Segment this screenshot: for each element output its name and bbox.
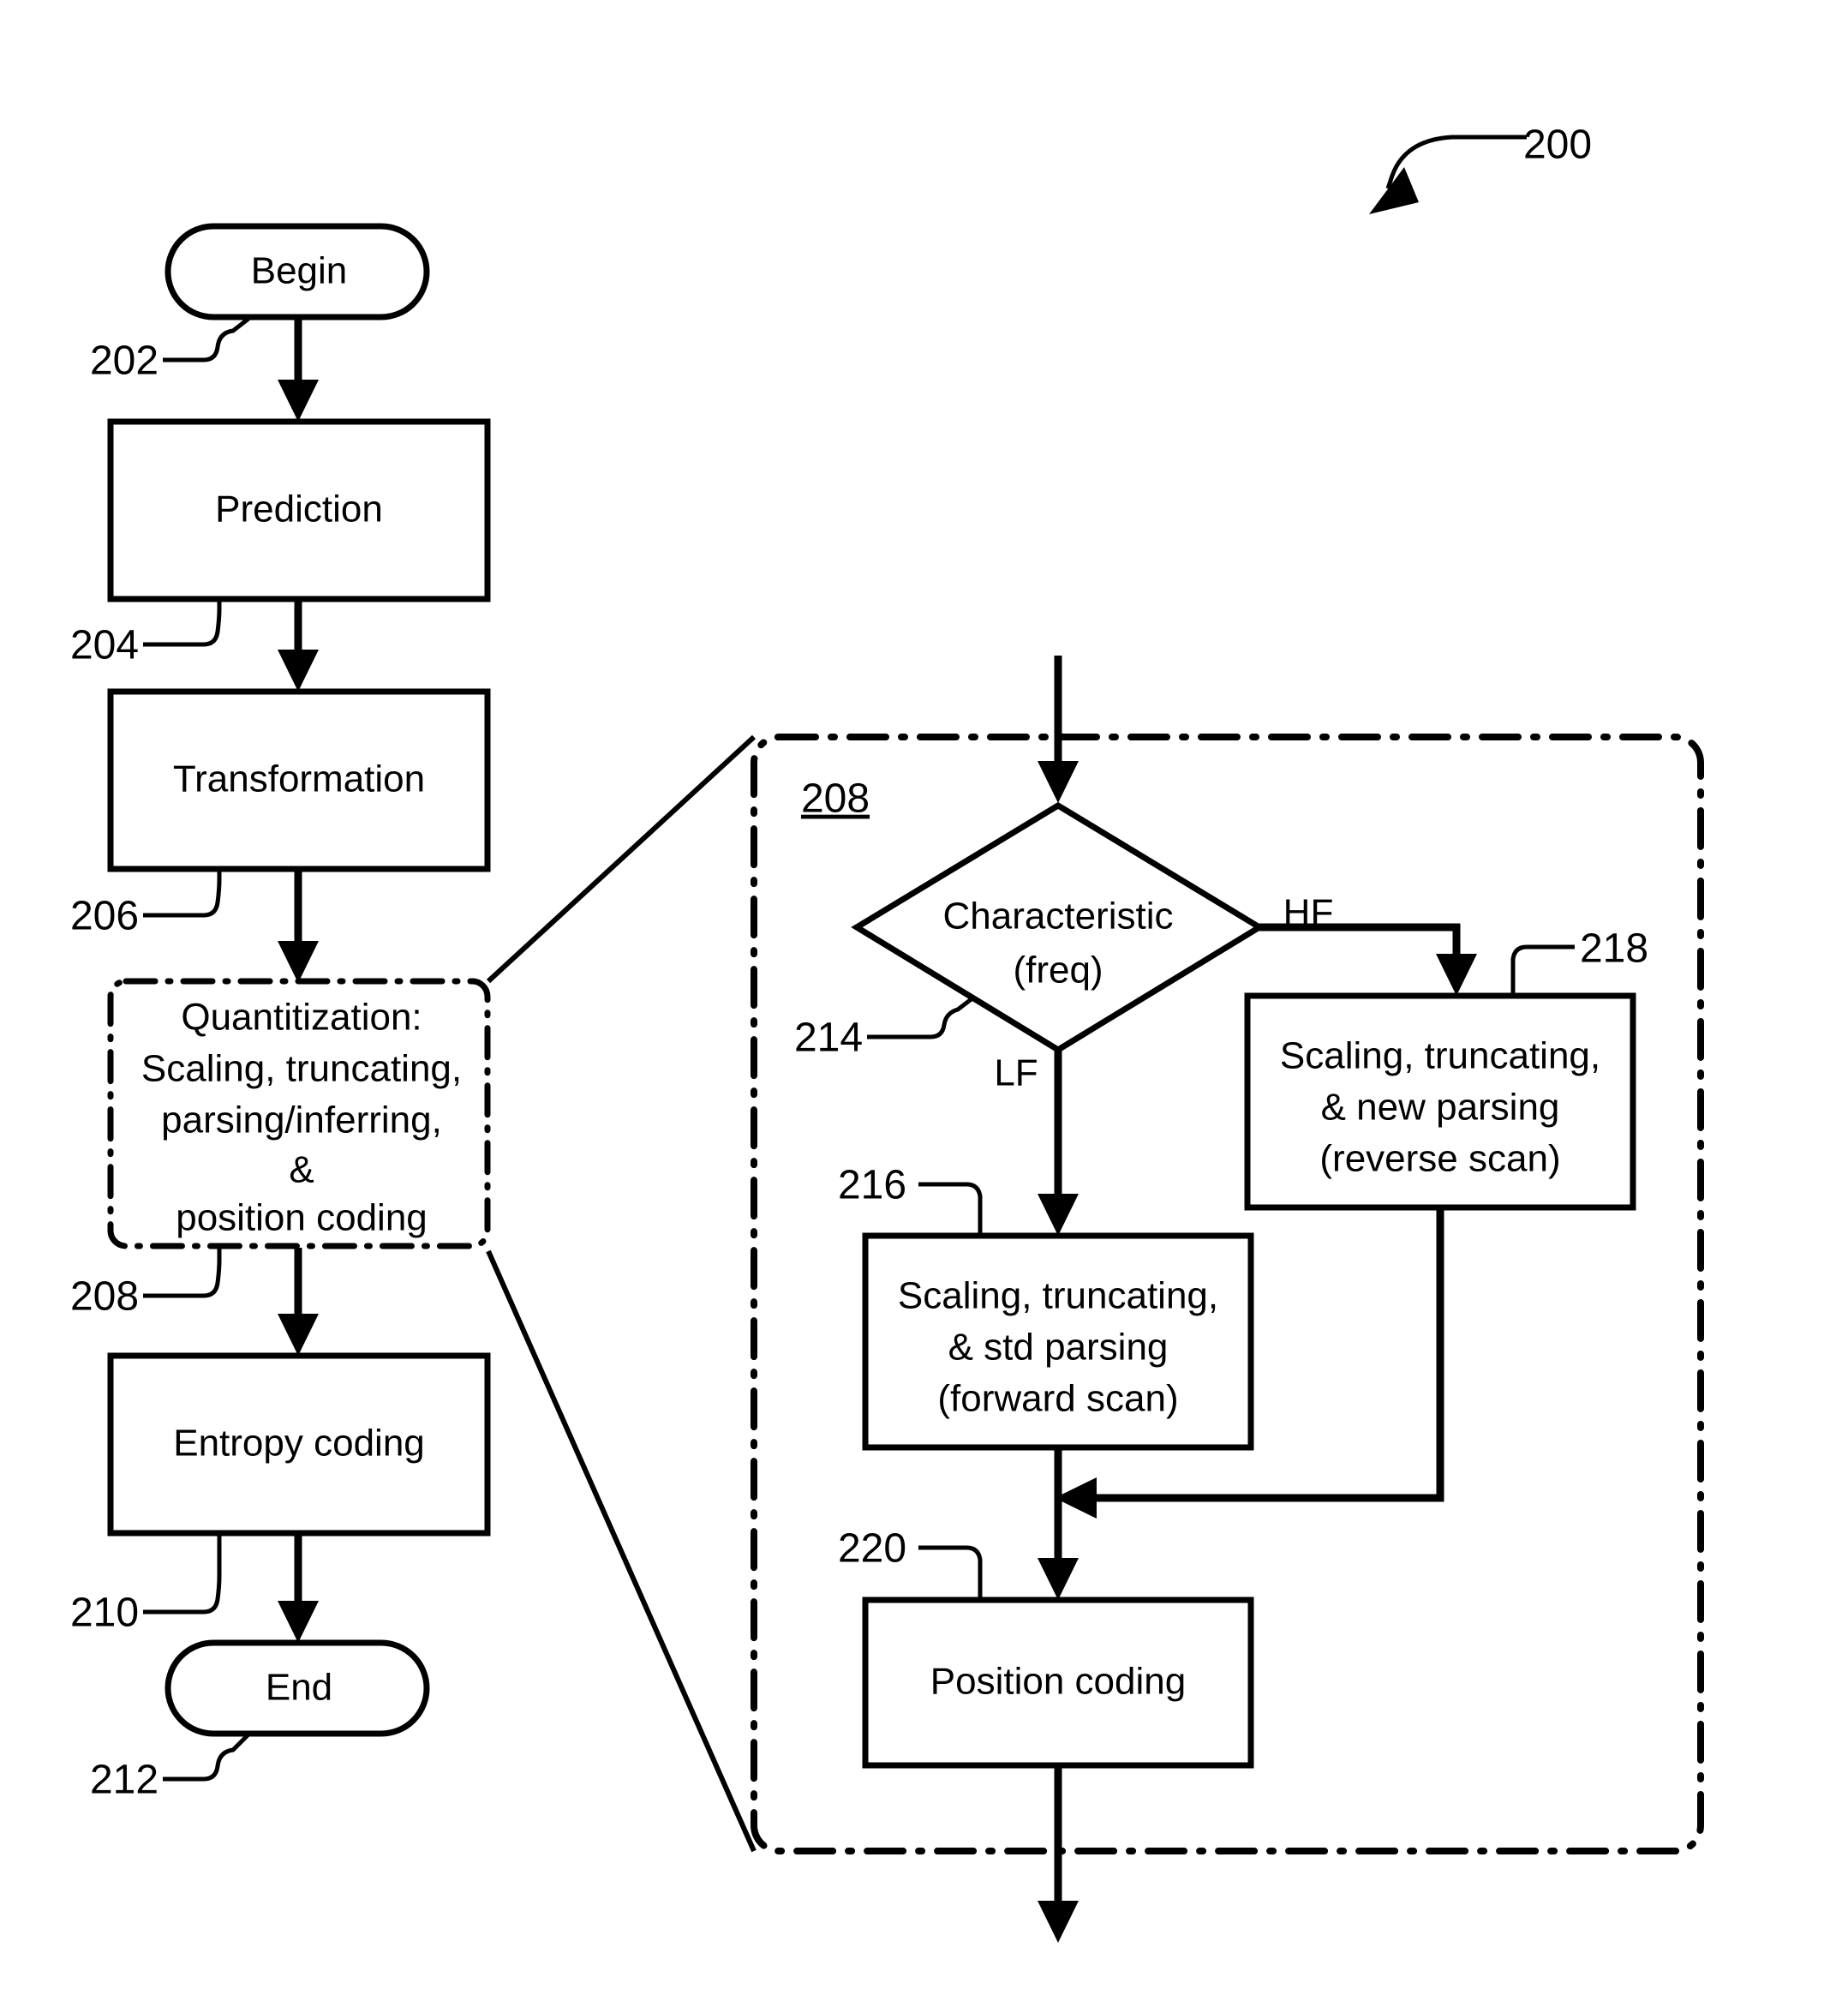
ref-220-leader: 220 [838, 1526, 983, 1600]
ref-204-leader-line [143, 599, 222, 647]
ref-208-leader-line [143, 1248, 222, 1298]
figure-ref-number: 200 [1523, 123, 1592, 168]
quantitization-line-1: Quantitization: [181, 997, 422, 1039]
connector-entropy-to-end [278, 1533, 319, 1643]
std-parsing-line-3: (forward scan) [937, 1378, 1178, 1420]
ref-204-number: 204 [70, 623, 139, 668]
branch-label-lf: LF [994, 1052, 1038, 1094]
node-prediction[interactable]: Prediction [107, 418, 491, 602]
ref-216-leader: 216 [838, 1163, 983, 1236]
connector-std-parsing-to-position-coding [1038, 1447, 1079, 1600]
callout-line-lower [486, 1249, 757, 1853]
ref-204-leader: 204 [70, 599, 222, 668]
callout-line-upper [486, 734, 757, 984]
connector-arrowhead [278, 1314, 319, 1356]
node-end[interactable]: End [164, 1639, 430, 1737]
detail-section-number: 208 [801, 776, 870, 822]
node-quantitization[interactable]: Quantitization: Scaling, truncating, par… [107, 978, 491, 1249]
ref-216-leader-line [918, 1182, 983, 1236]
node-new-parsing[interactable]: Scaling, truncating, & new parsing (reve… [1244, 992, 1636, 1211]
decision-line-1: Characteristic [943, 896, 1174, 938]
ref-212-leader: 212 [90, 1733, 250, 1803]
quantitization-line-4: & [289, 1149, 314, 1191]
quantitization-line-2: Scaling, truncating, [141, 1048, 462, 1090]
ref-218-leader: 218 [1510, 926, 1648, 996]
decision-line-2: (freq) [1013, 950, 1103, 992]
connector-arrowhead [278, 941, 319, 983]
ref-206-leader: 206 [70, 869, 222, 939]
ref-214-leader-line [867, 997, 974, 1039]
ref-214-number: 214 [794, 1015, 863, 1061]
ref-214-leader: 214 [794, 997, 974, 1061]
std-parsing-line-2: & std parsing [948, 1327, 1169, 1369]
connector-hf-to-new-parsing [1259, 923, 1477, 996]
new-parsing-line-3: (reverse scan) [1319, 1138, 1560, 1180]
connector-quantitization-to-entropy [278, 1248, 319, 1356]
connector-prediction-to-transformation [278, 599, 319, 692]
quantitization-line-5: position coding [176, 1197, 428, 1239]
connector-begin-to-prediction [278, 319, 319, 422]
ref-202-leader: 202 [90, 317, 250, 384]
ref-210-number: 210 [70, 1591, 139, 1636]
new-parsing-line-2: & new parsing [1321, 1087, 1560, 1129]
ref-220-number: 220 [838, 1526, 906, 1572]
connector-transformation-to-quantitization [278, 869, 319, 983]
figure-reference-200: 200 [1369, 123, 1592, 214]
connector-arrowhead [1038, 1901, 1079, 1943]
node-std-parsing[interactable]: Scaling, truncating, & std parsing (forw… [862, 1232, 1254, 1451]
node-decision-characteristic[interactable]: Characteristic (freq) [851, 801, 1265, 1054]
ref-208-number: 208 [70, 1274, 139, 1320]
connector-into-decision [1038, 656, 1079, 803]
node-position-coding[interactable]: Position coding [862, 1597, 1254, 1769]
new-parsing-line-1: Scaling, truncating, [1280, 1035, 1600, 1077]
connector-arrowhead [1436, 954, 1477, 996]
ref-212-leader-line [163, 1733, 250, 1782]
ref-212-number: 212 [90, 1758, 158, 1803]
connector-arrowhead [1038, 1194, 1079, 1236]
entropy-coding-label: Entropy coding [173, 1423, 425, 1465]
position-coding-label: Position coding [930, 1661, 1186, 1703]
ref-206-number: 206 [70, 894, 139, 939]
ref-210-leader: 210 [70, 1533, 222, 1636]
ref-220-leader-line [918, 1545, 983, 1600]
node-entropy-coding[interactable]: Entropy coding [107, 1352, 491, 1537]
ref-202-leader-line [163, 317, 250, 362]
quantitization-line-3: parsing/inferring, [161, 1099, 442, 1141]
connector-arrowhead [278, 380, 319, 422]
prediction-label: Prediction [215, 488, 383, 530]
ref-206-leader-line [143, 869, 222, 918]
connector-arrowhead [278, 1601, 319, 1643]
callout-expansion-lines [486, 734, 757, 1853]
node-transformation[interactable]: Transformation [107, 688, 491, 872]
connector-arrowhead [1038, 1558, 1079, 1600]
connector-lf-to-std-parsing [1038, 1050, 1079, 1236]
std-parsing-line-1: Scaling, truncating, [898, 1275, 1218, 1317]
flowchart-canvas: 200 Begin 202 Prediction 204 Transformat… [70, 123, 1704, 1943]
ref-218-number: 218 [1580, 926, 1648, 972]
ref-208-leader: 208 [70, 1248, 222, 1320]
ref-202-number: 202 [90, 338, 158, 384]
ref-210-leader-line [143, 1533, 222, 1615]
end-label: End [266, 1667, 332, 1709]
begin-label: Begin [251, 250, 348, 292]
connector-arrowhead [1038, 761, 1079, 803]
connector-arrowhead [278, 650, 319, 692]
node-begin[interactable]: Begin [164, 223, 430, 321]
transformation-label: Transformation [173, 758, 425, 800]
ref-218-leader-line [1510, 944, 1575, 996]
patent-flowchart-figure: 200 Begin 202 Prediction 204 Transformat… [0, 0, 1848, 1989]
ref-216-number: 216 [838, 1163, 906, 1208]
